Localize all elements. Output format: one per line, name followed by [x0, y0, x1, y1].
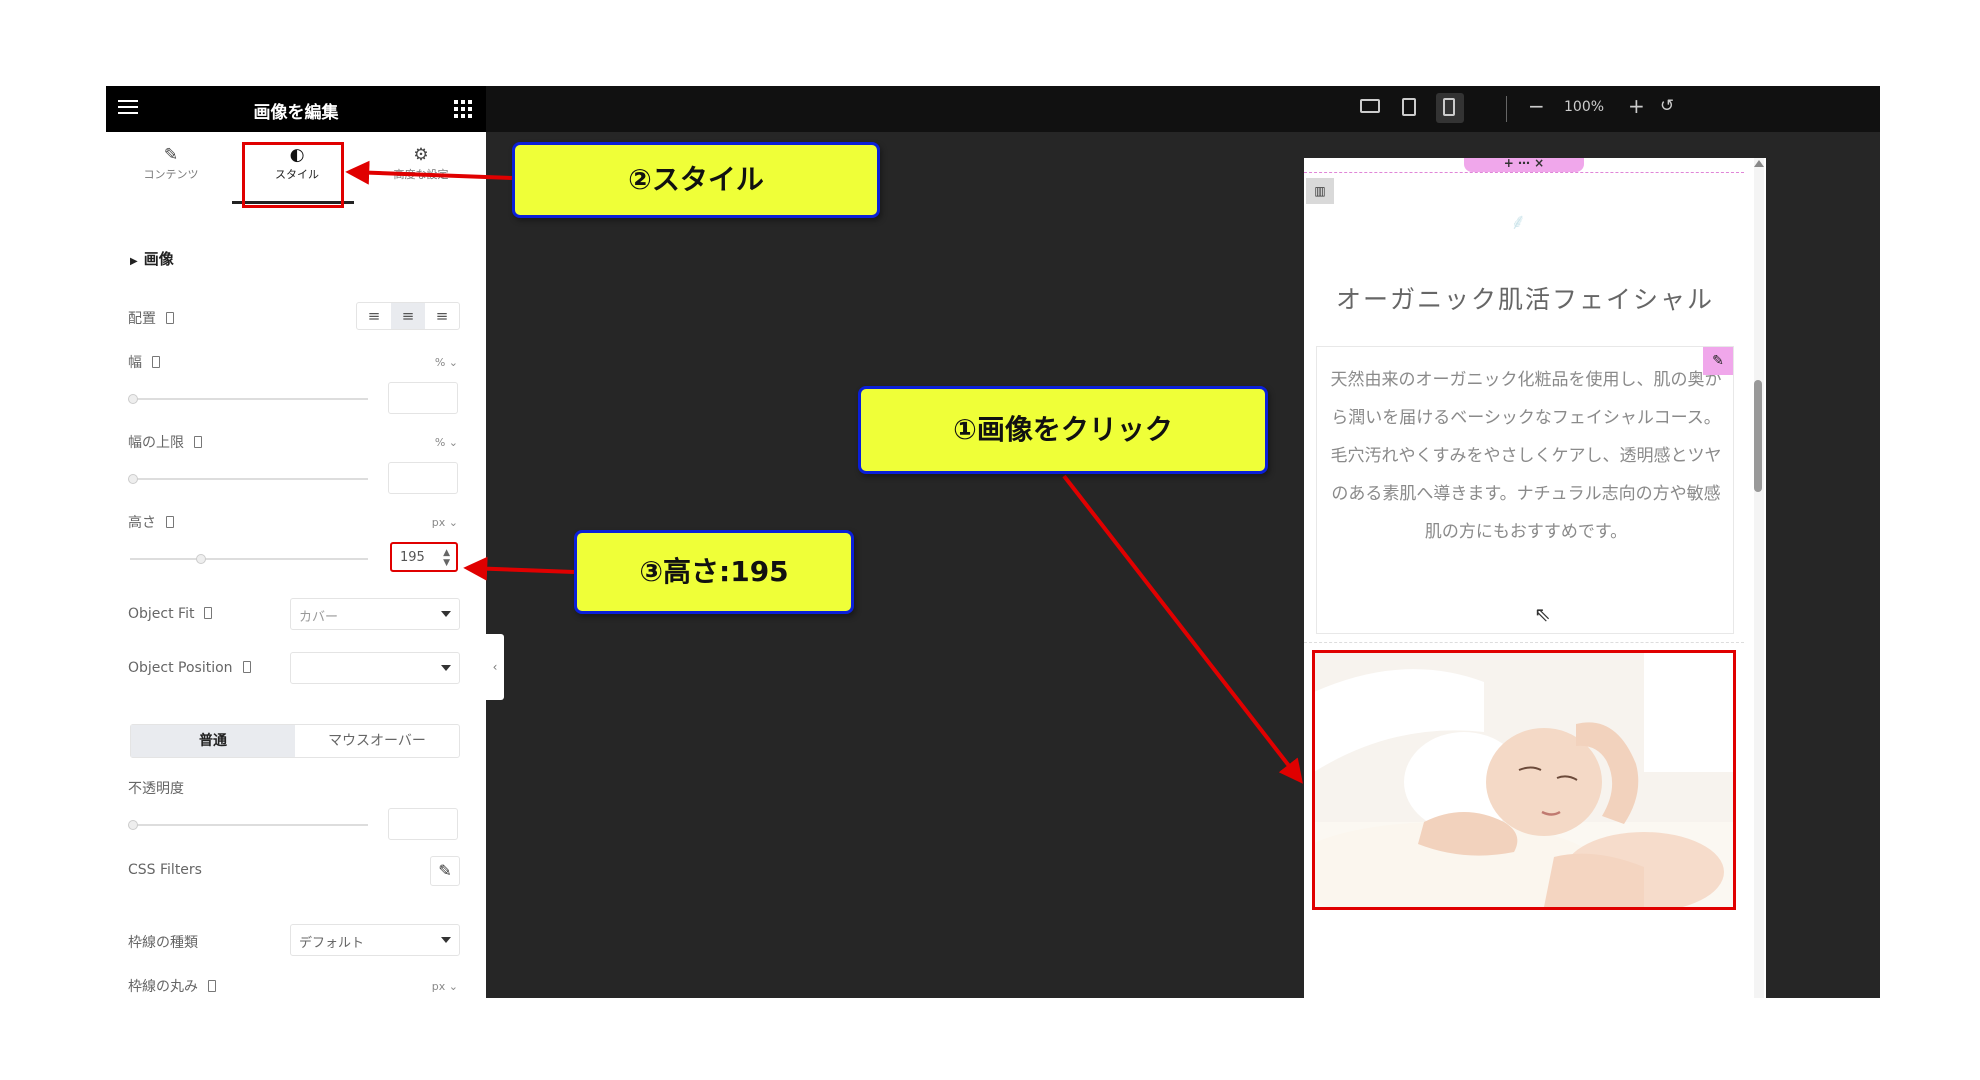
slider-handle[interactable]	[128, 820, 138, 830]
width-label: 幅	[128, 352, 160, 372]
pencil-icon: ✎	[163, 145, 179, 165]
object-position-select[interactable]	[290, 652, 460, 684]
tab-content[interactable]: ✎ コンテンツ	[116, 144, 226, 194]
desktop-icon[interactable]	[1360, 99, 1380, 113]
align-right-icon[interactable]: ≡	[425, 303, 459, 329]
mobile-preview: + ⋯ × ▥ ⸙ オーガニック肌活フェイシャル 天然由来のオーガニック化粧品を…	[1304, 158, 1766, 998]
width-input[interactable]	[388, 382, 458, 414]
border-type-value: デフォルト	[299, 936, 365, 951]
align-center-icon[interactable]: ≡	[391, 303, 425, 329]
mobile-device-icon[interactable]	[194, 436, 202, 448]
zoom-in-icon[interactable]: +	[1628, 94, 1645, 118]
dropdown-arrow-icon	[441, 937, 451, 943]
section-outline	[1304, 172, 1744, 173]
state-toggle: 普通 マウスオーバー	[130, 724, 460, 758]
text-widget[interactable]: 天然由来のオーガニック化粧品を使用し、肌の奥から潤いを届けるベーシックなフェイシ…	[1316, 346, 1734, 634]
tab-advanced[interactable]: ⚙ 高度な設定	[366, 144, 476, 194]
height-unit-select[interactable]: px ⌄	[432, 516, 458, 529]
column-icon[interactable]: ▥	[1306, 178, 1334, 204]
opacity-slider[interactable]	[128, 820, 368, 830]
mobile-device-icon[interactable]	[166, 312, 174, 324]
border-radius-unit-select[interactable]: px ⌄	[432, 980, 458, 993]
panel-header: 画像を編集	[106, 86, 486, 132]
widgets-grid-icon[interactable]	[454, 100, 472, 118]
align-label: 配置	[128, 308, 174, 328]
object-position-label: Object Position	[128, 660, 251, 676]
toolbar-divider	[1506, 96, 1507, 122]
decorative-sprig-icon: ⸙	[1510, 210, 1527, 235]
object-fit-select[interactable]: カバー	[290, 598, 460, 630]
object-fit-label: Object Fit	[128, 606, 213, 622]
width-unit-select[interactable]: % ⌄	[435, 356, 458, 369]
caret-right-icon: ▶	[130, 256, 138, 267]
slider-handle[interactable]	[196, 554, 207, 564]
border-type-select[interactable]: デフォルト	[290, 924, 460, 956]
max-width-label: 幅の上限	[128, 432, 202, 452]
height-slider[interactable]	[130, 554, 368, 564]
opacity-input[interactable]	[388, 808, 458, 840]
border-radius-label: 枠線の丸み	[128, 976, 216, 996]
callout-step1: ①画像をクリック	[858, 386, 1268, 474]
tab-content-label: コンテンツ	[143, 168, 199, 181]
elementor-editor: 画像を編集 ✎ コンテンツ ◐ スタイル ⚙ 高度な設定 ▶ 画像 配置 ≡ ≡ …	[106, 86, 1880, 998]
reset-zoom-icon[interactable]: ↺	[1660, 96, 1674, 116]
state-normal-tab[interactable]: 普通	[131, 725, 295, 757]
height-label: 高さ	[128, 512, 174, 532]
widget-divider	[1304, 642, 1744, 643]
callout-step3: ③高さ:195	[574, 530, 854, 614]
state-hover-tab[interactable]: マウスオーバー	[295, 725, 459, 757]
mobile-device-icon[interactable]	[208, 980, 216, 992]
edit-panel: 画像を編集 ✎ コンテンツ ◐ スタイル ⚙ 高度な設定 ▶ 画像 配置 ≡ ≡ …	[106, 86, 486, 998]
css-filters-label: CSS Filters	[128, 862, 202, 878]
tablet-icon[interactable]	[1402, 98, 1416, 116]
mobile-device-icon[interactable]	[204, 607, 213, 619]
mobile-icon[interactable]	[1443, 98, 1455, 116]
responsive-toolbar: − 100% + ↺	[486, 86, 1880, 132]
max-width-slider[interactable]	[128, 474, 368, 484]
height-input[interactable]: 195 ▲ ▼	[390, 542, 458, 572]
collapse-panel-button[interactable]: ‹	[486, 634, 504, 700]
dropdown-arrow-icon	[441, 611, 451, 617]
slider-handle[interactable]	[128, 474, 138, 484]
image-highlight	[1312, 650, 1736, 910]
edit-widget-icon[interactable]: ✎	[1703, 347, 1733, 375]
panel-title: 画像を編集	[253, 103, 339, 123]
mouse-cursor-icon: ⇖	[1534, 602, 1551, 626]
tab-advanced-label: 高度な設定	[393, 168, 449, 181]
css-filters-edit-icon[interactable]: ✎	[430, 856, 460, 886]
mobile-device-icon[interactable]	[166, 516, 174, 528]
zoom-out-icon[interactable]: −	[1528, 94, 1545, 118]
max-width-input[interactable]	[388, 462, 458, 494]
dropdown-arrow-icon	[441, 665, 451, 671]
callout-step2: ②スタイル	[512, 142, 880, 218]
alignment-control: ≡ ≡ ≡	[356, 302, 460, 330]
object-fit-value: カバー	[299, 610, 339, 625]
mobile-device-icon[interactable]	[152, 356, 160, 368]
zoom-level: 100%	[1564, 99, 1605, 115]
gear-icon: ⚙	[413, 145, 429, 165]
mobile-device-icon[interactable]	[242, 661, 251, 673]
opacity-label: 不透明度	[128, 781, 184, 797]
width-slider[interactable]	[128, 394, 368, 404]
spinner-arrows-icon[interactable]: ▲ ▼	[443, 548, 450, 568]
section-handle[interactable]: + ⋯ ×	[1464, 158, 1584, 172]
section-title: 画像	[143, 250, 174, 268]
height-value: 195	[400, 550, 425, 565]
align-left-icon[interactable]: ≡	[357, 303, 391, 329]
service-description: 天然由来のオーガニック化粧品を使用し、肌の奥から潤いを届けるベーシックなフェイシ…	[1330, 370, 1722, 542]
service-heading[interactable]: オーガニック肌活フェイシャル	[1304, 280, 1746, 316]
slider-handle[interactable]	[128, 394, 138, 404]
scrollbar-thumb[interactable]	[1754, 380, 1762, 492]
border-type-label: 枠線の種類	[128, 935, 198, 951]
scroll-up-icon[interactable]	[1754, 160, 1764, 167]
section-image-header[interactable]: ▶ 画像	[130, 248, 174, 269]
max-width-unit-select[interactable]: % ⌄	[435, 436, 458, 449]
style-tab-highlight	[242, 142, 344, 208]
preview-scrollbar[interactable]	[1754, 158, 1764, 998]
